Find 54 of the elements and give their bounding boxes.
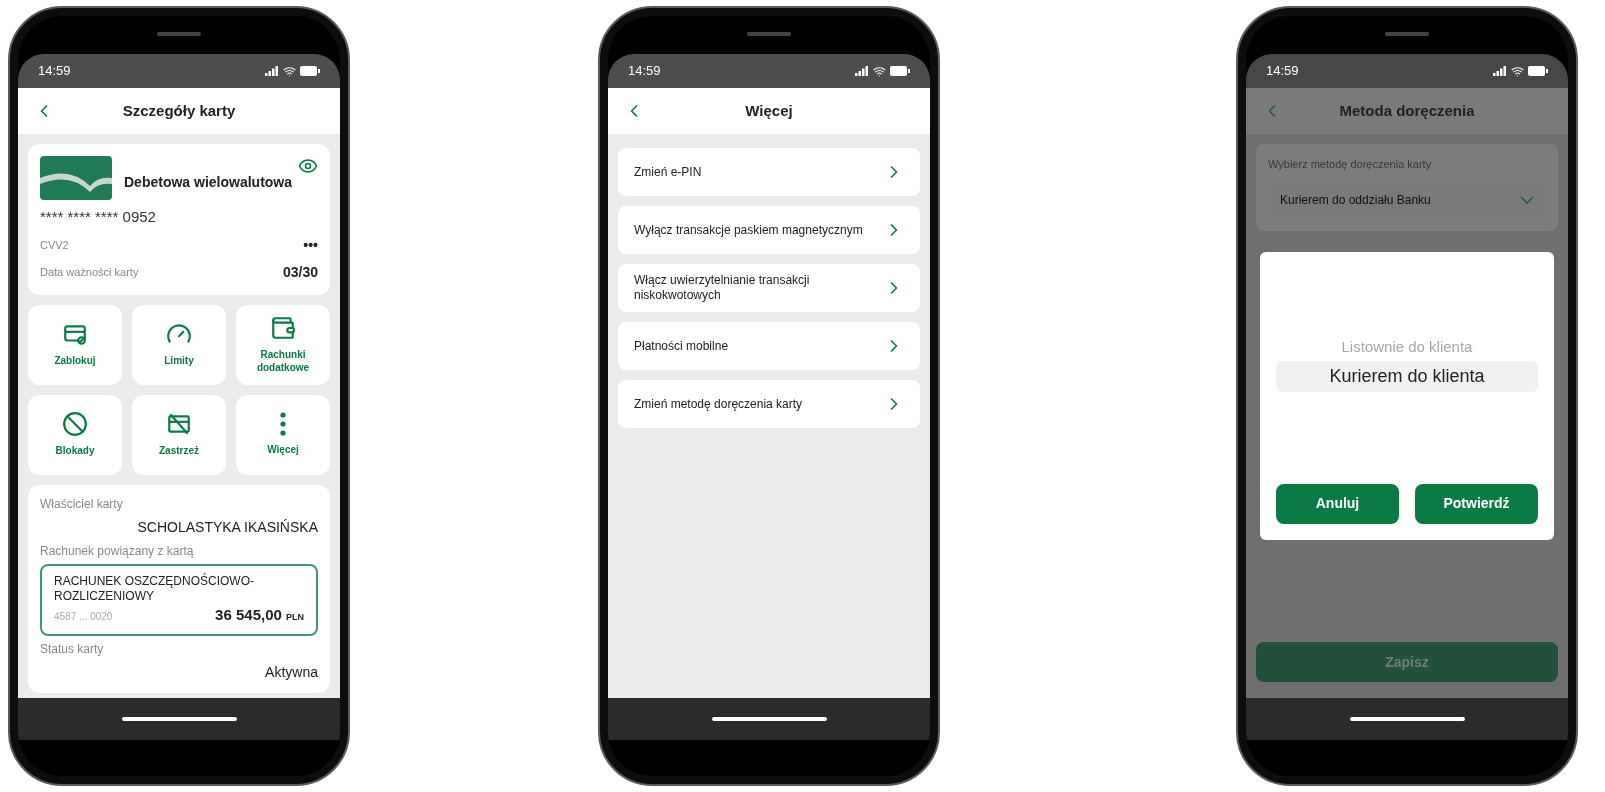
- dialog-button[interactable]: Potwierdź: [1415, 483, 1538, 524]
- field-label: CVV2: [40, 237, 69, 253]
- signal-icon: [1493, 66, 1507, 76]
- wifi-icon: [1511, 64, 1524, 78]
- speaker-slot: [747, 32, 791, 36]
- card-image: [40, 156, 112, 200]
- menu-item[interactable]: Wyłącz transakcje paskiem magnetycznym: [618, 206, 920, 254]
- owner-name: SCHOLASTYKA IKASIŃSKA: [137, 517, 318, 537]
- battery-icon: [1528, 66, 1548, 76]
- action-tile[interactable]: Więcej: [236, 394, 330, 475]
- speaker-slot: [1385, 32, 1429, 36]
- action-tile[interactable]: Zablokuj: [28, 304, 122, 385]
- battery-icon: [890, 66, 910, 76]
- ban-icon: [62, 411, 88, 438]
- dialog-button[interactable]: Anuluj: [1276, 483, 1399, 524]
- account-name: RACHUNEK OSZCZĘDNOŚCIOWO-ROZLICZENIOWY: [54, 573, 255, 604]
- wifi-icon: [283, 64, 296, 78]
- card-number: **** **** **** 0952: [40, 207, 157, 227]
- menu-item[interactable]: Płatności mobilne: [618, 322, 920, 370]
- field-value: 03/30: [282, 262, 318, 282]
- screen-title: Szczegóły karty: [122, 100, 236, 121]
- card-status: Aktywna: [265, 663, 318, 682]
- field-label: Wybierz metodę doręczenia karty: [1268, 157, 1433, 172]
- account-number: 4587 ... 0020: [54, 609, 113, 624]
- field-label: Rachunek powiązany z kartą: [40, 542, 195, 560]
- field-value: •••: [303, 235, 318, 255]
- field-label: Status karty: [40, 641, 105, 658]
- more-icon: [280, 412, 286, 437]
- card-name: Debetowa wielowalutowa: [124, 172, 293, 192]
- field-label: Właściciel karty: [40, 495, 124, 513]
- signal-icon: [855, 66, 869, 76]
- eye-icon[interactable]: [298, 156, 318, 176]
- menu-item[interactable]: Zmień metodę doręczenia karty: [618, 380, 920, 428]
- screen-title: Więcej: [745, 100, 793, 121]
- chevron-down-icon: [1520, 195, 1534, 204]
- signal-icon: [265, 66, 279, 76]
- speaker-slot: [157, 32, 201, 36]
- action-tile[interactable]: Rachunki dodatkowe: [236, 304, 330, 385]
- account-box[interactable]: RACHUNEK OSZCZĘDNOŚCIOWO-ROZLICZENIOWY 4587 ... 0020 36 545,00 PLN: [40, 563, 318, 636]
- wifi-icon: [873, 64, 886, 78]
- field-label: Data ważności karty: [40, 264, 139, 280]
- screen-title: Metoda doręczenia: [1339, 100, 1475, 121]
- menu-item[interactable]: Włącz uwierzytelnianie transakcji niskokwotowych: [618, 264, 920, 312]
- action-tile[interactable]: Zastrzeż: [132, 394, 226, 475]
- menu-item[interactable]: Zmień e-PIN: [618, 148, 920, 196]
- status-time: 14:59: [1266, 62, 1299, 81]
- wallet-icon: [270, 315, 296, 341]
- battery-icon: [300, 66, 320, 76]
- status-time: 14:59: [628, 62, 661, 81]
- action-tile[interactable]: Blokady: [28, 394, 122, 475]
- picker-option[interactable]: Kurierem do klienta: [1276, 360, 1538, 392]
- status-time: 14:59: [38, 62, 71, 81]
- action-tile[interactable]: Limity: [132, 304, 226, 385]
- account-balance: 36 545,00 PLN: [215, 604, 304, 625]
